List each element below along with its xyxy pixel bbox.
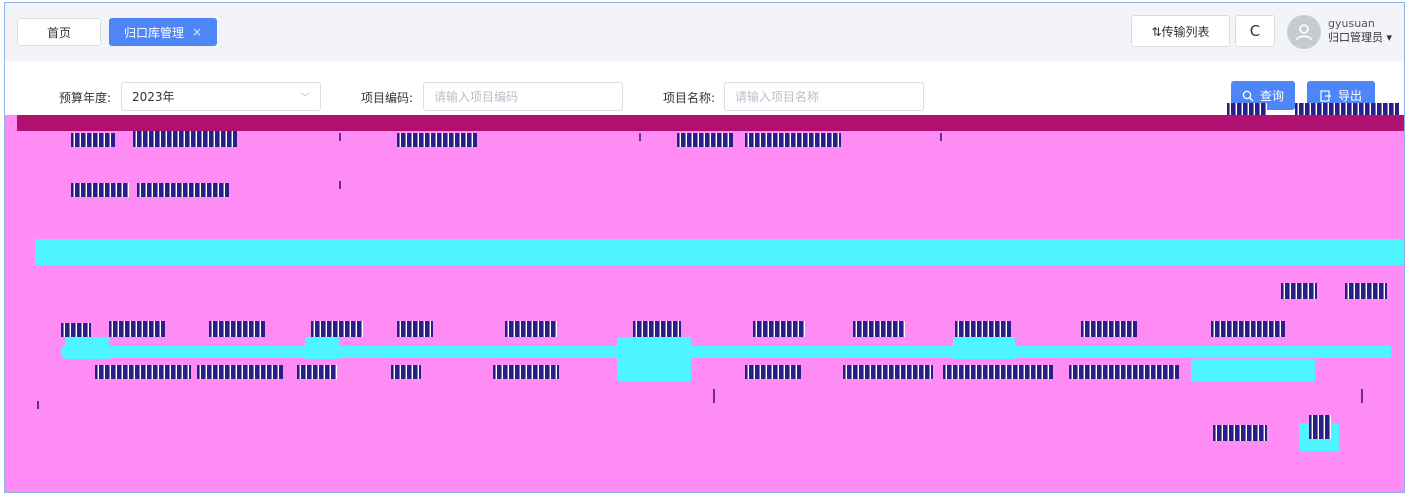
user-menu[interactable]: gyusuan 归口管理员 ▾ bbox=[1328, 17, 1392, 45]
glitch-artifact bbox=[1295, 103, 1399, 115]
glitch-artifact bbox=[397, 133, 477, 147]
name-label: 项目名称: bbox=[663, 91, 716, 105]
glitch-artifact bbox=[953, 337, 1015, 359]
glitch-artifact bbox=[617, 337, 691, 381]
tab-home[interactable]: 首页 bbox=[17, 18, 101, 46]
glitch-artifact bbox=[677, 133, 733, 147]
glitch-artifact bbox=[305, 337, 339, 359]
tab-archive-label: 归口库管理 bbox=[123, 25, 184, 40]
user-avatar-icon[interactable] bbox=[1287, 15, 1321, 49]
glitch-artifact bbox=[37, 401, 39, 409]
glitch-artifact bbox=[745, 365, 801, 379]
glitch-artifact bbox=[943, 365, 1053, 379]
glitch-artifact bbox=[955, 321, 1011, 337]
glitch-artifact bbox=[493, 365, 559, 379]
glitch-artifact bbox=[1211, 321, 1285, 337]
year-label: 预算年度: bbox=[59, 91, 112, 105]
close-icon[interactable]: × bbox=[192, 25, 202, 39]
glitch-artifact bbox=[940, 133, 942, 141]
glitch-artifact bbox=[713, 389, 715, 403]
glitch-artifact bbox=[339, 133, 341, 141]
caret-down-icon: ▾ bbox=[1386, 31, 1393, 44]
glitch-artifact bbox=[1227, 103, 1267, 115]
glitch-artifact bbox=[1213, 425, 1267, 441]
glitch-artifact bbox=[1345, 283, 1387, 299]
masked-strip bbox=[61, 346, 1391, 358]
glitch-artifact bbox=[745, 133, 841, 147]
project-code-input[interactable] bbox=[423, 82, 623, 111]
tab-home-label: 首页 bbox=[46, 25, 71, 40]
masked-header-strip bbox=[17, 115, 1404, 131]
glitch-artifact bbox=[1069, 365, 1179, 379]
glitch-artifact bbox=[133, 131, 237, 147]
glitch-artifact bbox=[1081, 321, 1137, 337]
tab-archive-management[interactable]: 归口库管理 × bbox=[109, 18, 217, 46]
tab-bar: 首页 归口库管理 × ⇅传输列表 C gyusuan 归口管理员 ▾ bbox=[5, 3, 1404, 61]
glitch-artifact bbox=[137, 183, 229, 197]
glitch-artifact bbox=[339, 181, 341, 189]
export-icon bbox=[1320, 89, 1331, 102]
query-button-label: 查询 bbox=[1259, 89, 1284, 103]
search-form: 预算年度: 2023年 ﹀ 项目编码: 项目名称: 查询 导出 bbox=[5, 61, 1404, 116]
masked-band bbox=[35, 239, 1404, 265]
glitch-artifact bbox=[197, 365, 283, 379]
transfer-list-label: ⇅传输列表 bbox=[1151, 24, 1210, 39]
year-select-value: 2023年 bbox=[132, 90, 175, 104]
glitch-artifact bbox=[95, 365, 191, 379]
app-window: 首页 归口库管理 × ⇅传输列表 C gyusuan 归口管理员 ▾ 预算年度:… bbox=[4, 2, 1405, 493]
glitch-artifact bbox=[65, 337, 109, 359]
glitch-artifact bbox=[391, 365, 421, 379]
glitch-artifact bbox=[853, 321, 905, 337]
glitch-artifact bbox=[311, 321, 363, 337]
glitch-artifact bbox=[61, 323, 91, 337]
glitch-artifact bbox=[753, 321, 805, 337]
glitch-artifact bbox=[297, 365, 337, 379]
glitch-artifact bbox=[843, 365, 933, 379]
glitch-artifact bbox=[639, 133, 641, 141]
user-role: 归口管理员 bbox=[1328, 31, 1383, 44]
username: gyusuan bbox=[1328, 17, 1375, 30]
masked-region bbox=[5, 115, 17, 492]
glitch-artifact bbox=[1309, 415, 1331, 439]
year-select[interactable]: 2023年 ﹀ bbox=[121, 82, 321, 111]
glitch-artifact bbox=[71, 183, 129, 197]
glitch-artifact bbox=[209, 321, 265, 337]
glitch-artifact bbox=[633, 321, 681, 337]
code-label: 项目编码: bbox=[361, 91, 414, 105]
glitch-artifact bbox=[1191, 359, 1315, 381]
glitch-artifact bbox=[1281, 283, 1317, 299]
refresh-button[interactable]: C bbox=[1235, 15, 1275, 47]
glitch-artifact bbox=[71, 133, 115, 147]
chevron-down-icon: ﹀ bbox=[300, 93, 310, 104]
glitch-artifact bbox=[397, 321, 433, 337]
export-button-label: 导出 bbox=[1337, 89, 1362, 103]
search-icon bbox=[1242, 90, 1254, 101]
refresh-icon: C bbox=[1249, 22, 1261, 40]
transfer-list-button[interactable]: ⇅传输列表 bbox=[1131, 15, 1230, 47]
glitch-artifact bbox=[1361, 389, 1363, 403]
glitch-artifact bbox=[109, 321, 165, 337]
project-name-input[interactable] bbox=[724, 82, 924, 111]
glitch-artifact bbox=[505, 321, 557, 337]
